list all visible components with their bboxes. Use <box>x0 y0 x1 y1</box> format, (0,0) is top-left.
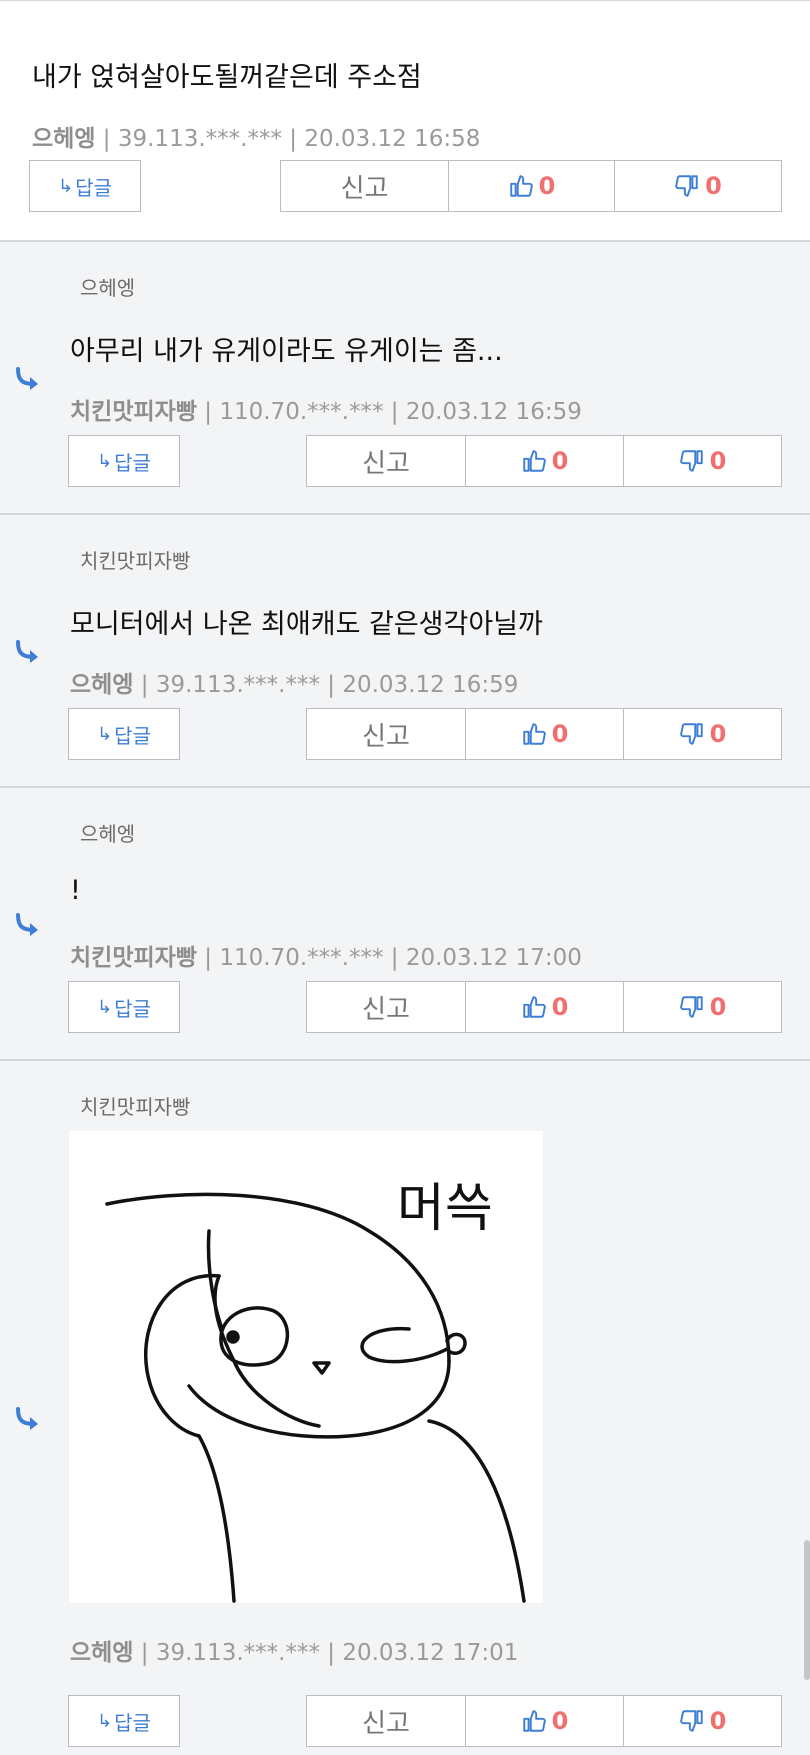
upvote-button[interactable]: 0 <box>448 160 615 212</box>
upvote-count: 0 <box>551 447 569 475</box>
reply-button[interactable]: ↳ 답글 <box>68 981 180 1033</box>
comment-reply: 으헤엥 ! 치킨맛피자빵 | 110.70.***.*** | 20.03.12… <box>0 786 810 1060</box>
thumbs-up-icon <box>509 175 533 197</box>
report-button-label: 신고 <box>362 721 410 752</box>
upvote-count: 0 <box>551 720 569 748</box>
thumbs-down-icon <box>679 450 703 472</box>
report-button[interactable]: 신고 <box>306 708 466 760</box>
downvote-button[interactable]: 0 <box>623 708 782 760</box>
comment-ip: 39.113.***.*** <box>155 672 320 698</box>
reply-arrow-icon: ↳ <box>97 1710 113 1732</box>
reply-arrow-icon: ↳ <box>58 175 74 197</box>
thumbs-up-icon <box>522 450 546 472</box>
reply-button-label: 답글 <box>114 1710 151 1735</box>
downvote-count: 0 <box>709 447 727 475</box>
reply-button-label: 답글 <box>114 723 151 748</box>
reply-to-name: 으헤엥 <box>80 822 136 846</box>
reply-button[interactable]: ↳ 답글 <box>68 435 180 487</box>
comment-text: 모니터에서 나온 최애캐도 같은생각아닐까 <box>70 609 543 640</box>
reply-to-name: 으헤엥 <box>80 276 136 300</box>
comment-ip: 110.70.***.*** <box>219 399 384 425</box>
upvote-count: 0 <box>551 993 569 1021</box>
downvote-button[interactable]: 0 <box>614 160 782 212</box>
comment-date: 20.03.12 16:59 <box>342 672 519 698</box>
reply-arrow-icon: ↳ <box>97 996 113 1018</box>
comment-meta: 으헤엥 | 39.113.***.*** | 20.03.12 16:58 <box>32 126 481 152</box>
comment-meta: 으헤엥 | 39.113.***.*** | 20.03.12 16:59 <box>70 672 519 698</box>
reply-to-name: 치킨맛피자빵 <box>80 1095 191 1119</box>
report-button-label: 신고 <box>362 1708 410 1739</box>
upvote-count: 0 <box>551 1707 569 1735</box>
comment-meta: 으헤엥 | 39.113.***.*** | 20.03.12 17:01 <box>70 1640 519 1666</box>
thumbs-down-icon <box>679 723 703 745</box>
upvote-count: 0 <box>538 172 556 200</box>
comment-date: 20.03.12 17:00 <box>405 945 582 971</box>
awkward-face-drawing: 머쓱 <box>105 1179 526 1603</box>
thumbs-up-icon <box>522 723 546 745</box>
reply-to-name: 치킨맛피자빵 <box>80 549 191 573</box>
reply-button[interactable]: ↳ 답글 <box>29 160 141 212</box>
comment-root: 내가 얹혀살아도될꺼같은데 주소점 으헤엥 | 39.113.***.*** |… <box>0 0 810 241</box>
report-button[interactable]: 신고 <box>306 435 466 487</box>
thumbs-up-icon <box>522 1710 546 1732</box>
downvote-count: 0 <box>709 993 727 1021</box>
report-button[interactable]: 신고 <box>280 160 449 212</box>
comment-meta: 치킨맛피자빵 | 110.70.***.*** | 20.03.12 17:00 <box>70 945 582 971</box>
comment-author[interactable]: 치킨맛피자빵 <box>70 399 197 425</box>
upvote-button[interactable]: 0 <box>465 981 624 1033</box>
comment-author[interactable]: 으헤엥 <box>70 1640 133 1666</box>
upvote-button[interactable]: 0 <box>465 1695 624 1747</box>
downvote-button[interactable]: 0 <box>623 981 782 1033</box>
report-button-label: 신고 <box>340 173 389 204</box>
comment-text: ! <box>70 875 81 906</box>
comment-author[interactable]: 치킨맛피자빵 <box>70 945 197 971</box>
downvote-count: 0 <box>705 172 722 200</box>
comment-text: 내가 얹혀살아도될꺼같은데 주소점 <box>32 62 422 93</box>
reply-button-label: 답글 <box>114 450 151 475</box>
downvote-button[interactable]: 0 <box>623 1695 782 1747</box>
report-button-label: 신고 <box>362 994 410 1025</box>
reply-arrow-icon <box>12 639 44 665</box>
comment-image[interactable]: 머쓱 <box>69 1131 543 1603</box>
comment-date: 20.03.12 16:58 <box>304 126 481 152</box>
comment-text: 아무리 내가 유게이라도 유게이는 좀... <box>70 336 503 367</box>
thumbs-down-icon <box>679 1710 703 1732</box>
downvote-count: 0 <box>709 720 727 748</box>
downvote-button[interactable]: 0 <box>623 435 782 487</box>
reply-button-label: 답글 <box>75 175 112 200</box>
comment-author[interactable]: 으헤엥 <box>32 126 95 152</box>
thumbs-down-icon <box>679 996 703 1018</box>
comment-date: 20.03.12 16:59 <box>405 399 582 425</box>
image-caption: 머쓱 <box>397 1179 493 1239</box>
reply-arrow-icon <box>12 366 44 392</box>
comment-meta: 치킨맛피자빵 | 110.70.***.*** | 20.03.12 16:59 <box>70 399 582 425</box>
comment-reply: 으헤엥 아무리 내가 유게이라도 유게이는 좀... 치킨맛피자빵 | 110.… <box>0 240 810 514</box>
scrollbar[interactable] <box>804 1540 810 1680</box>
comment-ip: 39.113.***.*** <box>117 126 282 152</box>
comment-reply: 치킨맛피자빵 모니터에서 나온 최애캐도 같은생각아닐까 으헤엥 | 39.11… <box>0 513 810 787</box>
reply-button[interactable]: ↳ 답글 <box>68 708 180 760</box>
comment-author[interactable]: 으헤엥 <box>70 672 133 698</box>
comment-ip: 110.70.***.*** <box>219 945 384 971</box>
report-button-label: 신고 <box>362 448 410 479</box>
reply-arrow-icon <box>12 1406 44 1432</box>
comment-date: 20.03.12 17:01 <box>342 1640 519 1666</box>
reply-arrow-icon <box>12 912 44 938</box>
report-button[interactable]: 신고 <box>306 981 466 1033</box>
report-button[interactable]: 신고 <box>306 1695 466 1747</box>
comment-reply: 치킨맛피자빵 머쓱 으헤엥 | 39.113.***.*** | 20.03.1… <box>0 1059 810 1755</box>
reply-arrow-icon: ↳ <box>97 450 113 472</box>
comment-ip: 39.113.***.*** <box>155 1640 320 1666</box>
reply-button-label: 답글 <box>114 996 151 1021</box>
thumbs-up-icon <box>522 996 546 1018</box>
upvote-button[interactable]: 0 <box>465 708 624 760</box>
upvote-button[interactable]: 0 <box>465 435 624 487</box>
reply-arrow-icon: ↳ <box>97 723 113 745</box>
reply-button[interactable]: ↳ 답글 <box>68 1695 180 1747</box>
downvote-count: 0 <box>709 1707 727 1735</box>
thumbs-down-icon <box>675 175 698 197</box>
